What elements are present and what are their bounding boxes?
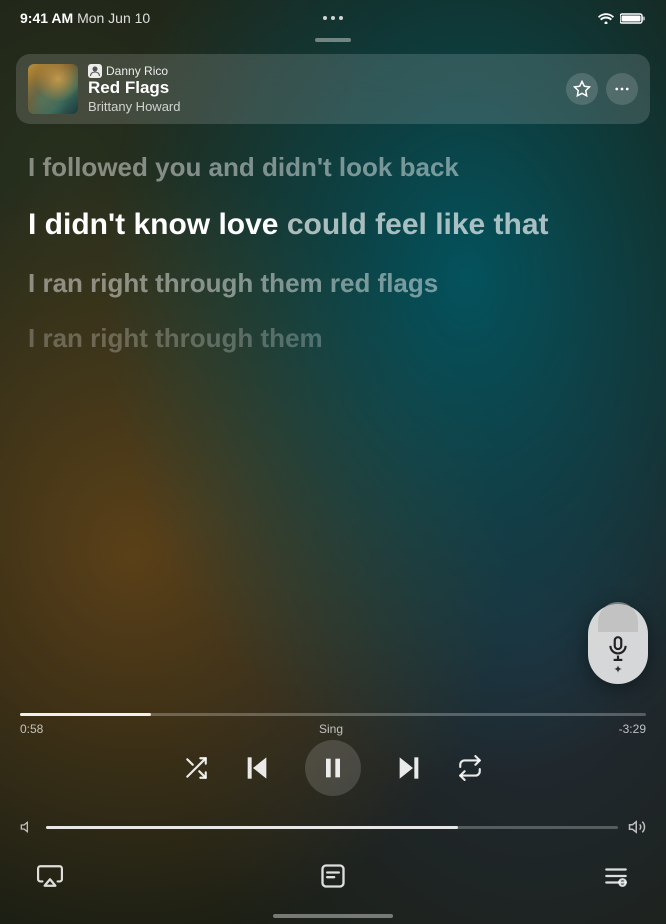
more-options-button[interactable] (606, 73, 638, 105)
lyric-active: I didn't know love could feel like that (28, 205, 638, 246)
volume-slider[interactable] (46, 826, 618, 829)
mic-button-top (598, 602, 638, 632)
progress-section: 0:58 Sing -3:29 (0, 713, 666, 736)
track-artist: Brittany Howard (88, 99, 556, 114)
lyric-past: I followed you and didn't look back (28, 150, 638, 185)
status-bar: 9:41 AM Mon Jun 10 (0, 0, 666, 36)
progress-bar-fill (20, 713, 151, 716)
sparkle-icon: ✦ (613, 663, 622, 676)
lyric-future-1: I ran right through them red flags (28, 266, 638, 301)
home-indicator (273, 914, 393, 918)
star-icon (573, 80, 591, 98)
progress-remaining: -3:29 (619, 722, 646, 736)
lyrics-button[interactable] (313, 856, 353, 896)
next-button[interactable] (393, 752, 425, 784)
battery-icon (620, 12, 646, 25)
lyric-active-dim: could feel like that (287, 208, 549, 241)
progress-elapsed: 0:58 (20, 722, 43, 736)
airplay-icon (37, 863, 63, 889)
status-dot-2 (331, 16, 335, 20)
queue-icon (603, 863, 629, 889)
volume-high-icon (628, 818, 646, 836)
progress-bar[interactable] (20, 713, 646, 716)
now-playing-card: Danny Rico Red Flags Brittany Howard (16, 54, 650, 124)
progress-labels: 0:58 Sing -3:29 (20, 722, 646, 736)
status-dots (323, 16, 343, 20)
lyric-active-bold: I didn't know love (28, 208, 278, 241)
status-dot-3 (339, 16, 343, 20)
status-dot-1 (323, 16, 327, 20)
volume-fill (46, 826, 458, 829)
track-username: Danny Rico (106, 64, 168, 78)
previous-button[interactable] (241, 752, 273, 784)
airplay-button[interactable] (30, 856, 70, 896)
user-icon (88, 64, 102, 78)
album-art-image (28, 64, 78, 114)
sing-mode-button[interactable]: ✦ (588, 604, 648, 684)
track-user-row: Danny Rico (88, 64, 556, 78)
card-actions (566, 73, 638, 105)
microphone-icon (605, 635, 631, 661)
queue-button[interactable] (596, 856, 636, 896)
drag-indicator (315, 38, 351, 42)
repeat-button[interactable] (457, 755, 483, 781)
volume-low-icon (20, 819, 36, 835)
app-container: 9:41 AM Mon Jun 10 (0, 0, 666, 924)
track-info: Danny Rico Red Flags Brittany Howard (88, 64, 556, 114)
pause-icon (319, 754, 347, 782)
shuffle-button[interactable] (183, 755, 209, 781)
ellipsis-icon (613, 80, 631, 98)
status-time: 9:41 AM Mon Jun 10 (20, 10, 150, 26)
lyric-future-2: I ran right through them (28, 321, 638, 356)
lyrics-icon (319, 862, 347, 890)
pause-button[interactable] (305, 740, 361, 796)
track-title: Red Flags (88, 79, 556, 98)
status-right (598, 12, 646, 25)
album-art (28, 64, 78, 114)
bottom-bar (0, 844, 666, 924)
lyrics-container: I followed you and didn't look back I di… (0, 130, 666, 704)
repeat-icon (457, 755, 483, 781)
favorite-button[interactable] (566, 73, 598, 105)
volume-section (0, 818, 666, 836)
wifi-icon (598, 12, 614, 24)
previous-icon (241, 752, 273, 784)
playback-controls (0, 740, 666, 796)
next-icon (393, 752, 425, 784)
progress-mode: Sing (319, 722, 343, 736)
shuffle-icon (183, 755, 209, 781)
